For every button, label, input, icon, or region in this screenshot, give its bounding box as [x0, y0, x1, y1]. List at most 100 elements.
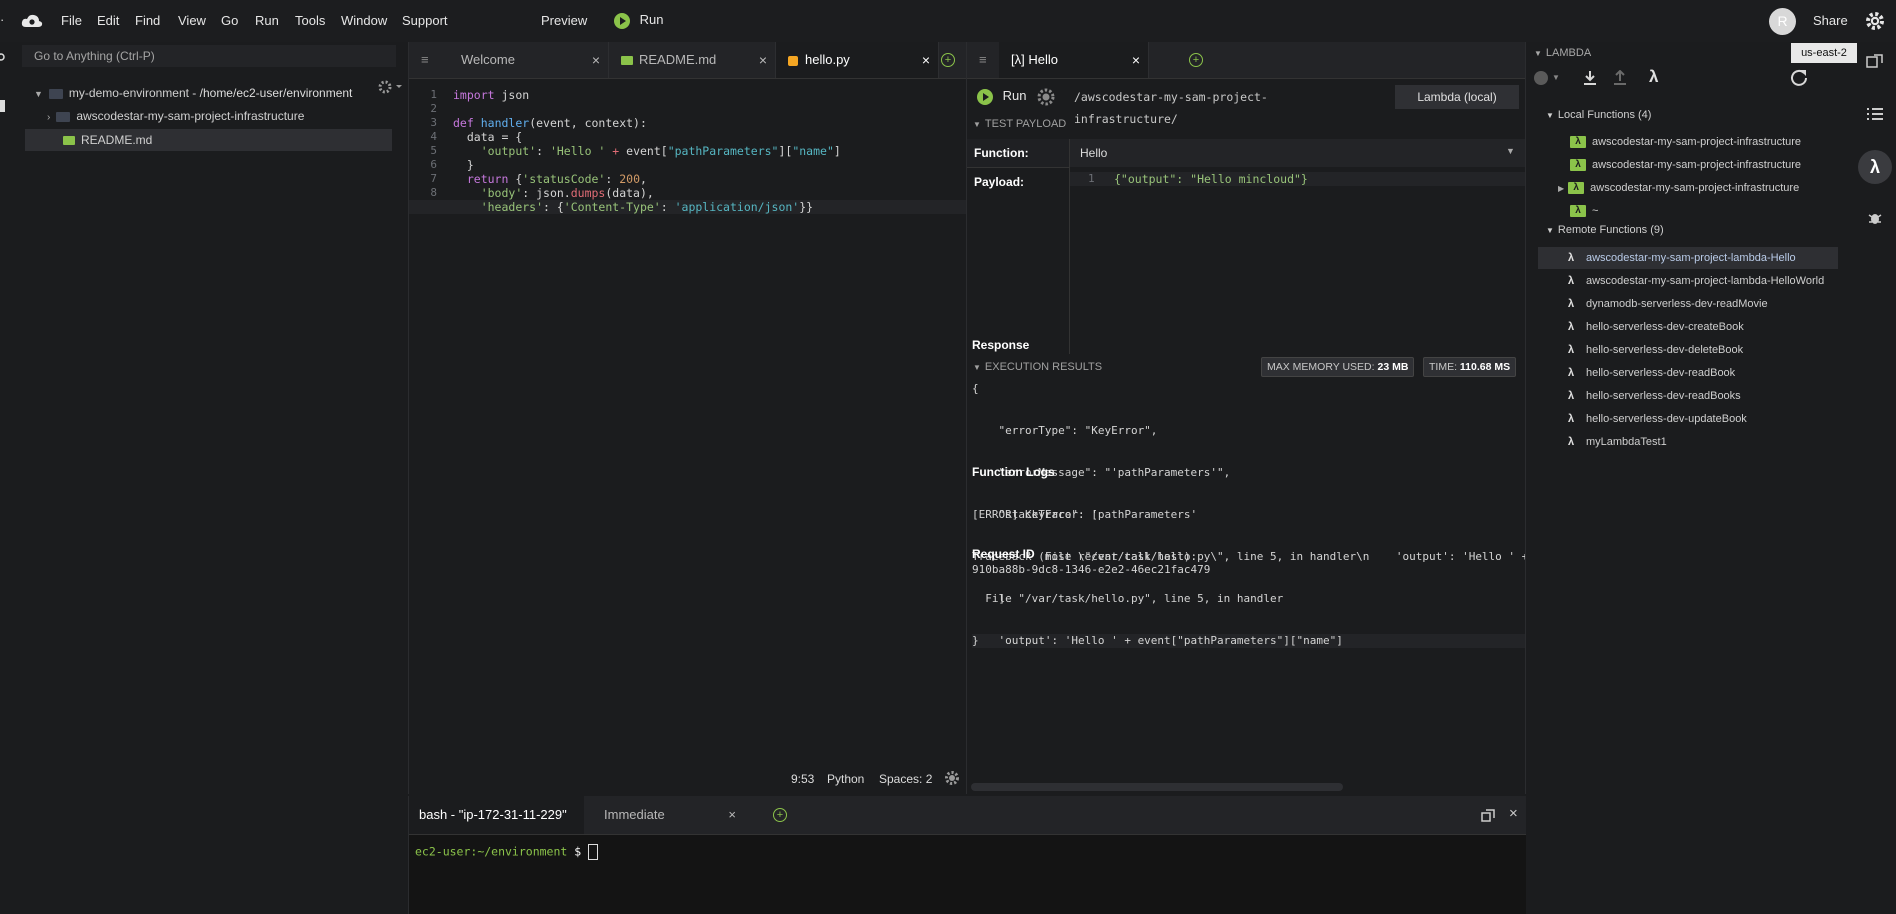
menu-bar: · File Edit Find View Go Run Tools Windo… — [0, 0, 1896, 42]
aws-resources-icon[interactable] — [1866, 54, 1884, 70]
settings-gear-icon[interactable] — [1864, 10, 1886, 32]
close-icon[interactable]: × — [1132, 42, 1140, 78]
remote-function-item[interactable]: λ hello-serverless-dev-readBooks — [1568, 385, 1741, 407]
file-tree-icon[interactable] — [0, 100, 5, 112]
tab-hello-py[interactable]: hello.py × — [776, 42, 939, 78]
collapse-arrow-icon[interactable]: · — [0, 12, 4, 27]
region-badge[interactable]: us-east-2 — [1791, 43, 1857, 63]
menu-tools[interactable]: Tools — [295, 13, 325, 28]
chevron-down-icon: ▼ — [1506, 146, 1515, 156]
code-line-7[interactable]: return {'statusCode': 200, — [453, 172, 647, 186]
close-icon[interactable]: × — [592, 42, 600, 78]
remote-function-item[interactable]: λ awscodestar-my-sam-project-lambda-Hello… — [1568, 270, 1824, 292]
tab-immediate[interactable]: Immediate × — [584, 796, 744, 834]
tree-file-readme[interactable]: README.md — [63, 129, 152, 151]
tab-welcome[interactable]: Welcome × — [441, 42, 609, 78]
code-line-9[interactable]: 'headers': {'Content-Type': 'application… — [453, 200, 813, 214]
remote-functions-header[interactable]: ▼ Remote Functions (9) — [1546, 224, 1664, 236]
menu-file[interactable]: File — [61, 13, 82, 28]
debug-bug-icon[interactable] — [1036, 87, 1056, 107]
lambda-panel-icon[interactable]: λ — [1858, 150, 1892, 184]
remote-function-item[interactable]: λ hello-serverless-dev-updateBook — [1568, 408, 1747, 430]
tree-settings-gear-icon[interactable] — [375, 79, 403, 95]
remote-function-item[interactable]: λ hello-serverless-dev-deleteBook — [1568, 339, 1743, 361]
remote-function-item[interactable]: λ hello-serverless-dev-readBook — [1568, 362, 1735, 384]
local-function-item[interactable]: λ awscodestar-my-sam-project-infrastructu… — [1570, 131, 1801, 153]
chevron-down-icon[interactable]: ▼ — [1552, 73, 1560, 82]
remote-function-item[interactable]: λ hello-serverless-dev-createBook — [1568, 316, 1744, 338]
lambda-icon: λ — [1568, 367, 1575, 379]
line-number: 6 — [430, 158, 437, 171]
function-select[interactable]: Hello ▼ — [1070, 139, 1525, 167]
new-tab-plus-icon[interactable]: + — [1189, 53, 1203, 67]
payload-editor[interactable]: 1 {"output": "Hello mincloud"} — [1070, 168, 1525, 354]
editor-settings-gear-icon[interactable] — [943, 769, 961, 787]
language-mode[interactable]: Python — [827, 772, 864, 786]
preview-button[interactable]: Preview — [541, 13, 587, 28]
remote-function-item[interactable]: λ myLambdaTest1 — [1568, 431, 1667, 453]
code-line-5[interactable]: 'output': 'Hello ' + event["pathParamete… — [453, 144, 841, 158]
tab-bash[interactable]: bash - "ip-172-31-11-229" — [409, 796, 584, 834]
pane-menu-icon[interactable]: ≡ — [421, 52, 429, 67]
menu-edit[interactable]: Edit — [97, 13, 119, 28]
create-lambda-icon[interactable]: λ — [1649, 67, 1658, 87]
chevron-down-icon: ▼ — [973, 120, 981, 129]
runtime-select[interactable]: Lambda (local) — [1395, 85, 1519, 109]
horizontal-scrollbar[interactable] — [971, 783, 1343, 791]
close-icon[interactable]: × — [922, 42, 930, 78]
indent-setting[interactable]: Spaces: 2 — [879, 772, 932, 786]
menu-support[interactable]: Support — [402, 13, 448, 28]
menu-find[interactable]: Find — [135, 13, 160, 28]
code-line-6[interactable]: } — [453, 158, 474, 172]
line-number: 2 — [430, 102, 437, 115]
cloud9-logo-icon[interactable] — [21, 13, 43, 29]
search-icon[interactable] — [0, 52, 6, 64]
menu-window[interactable]: Window — [341, 13, 387, 28]
local-function-item[interactable]: ▶ λ awscodestar-my-sam-project-infrastruct… — [1558, 177, 1799, 199]
function-name: myLambdaTest1 — [1586, 436, 1667, 448]
local-functions-header[interactable]: ▼ Local Functions (4) — [1546, 109, 1651, 121]
download-icon[interactable] — [1583, 70, 1597, 86]
tab-readme[interactable]: README.md × — [609, 42, 776, 78]
tree-folder-infrastructure[interactable]: › awscodestar-my-sam-project-infrastructu… — [47, 105, 304, 127]
upload-icon[interactable] — [1613, 70, 1627, 86]
local-function-item[interactable]: λ ~ — [1570, 200, 1598, 222]
lambda-section-header[interactable]: ▼ LAMBDA — [1534, 47, 1591, 59]
close-icon[interactable]: × — [728, 796, 736, 834]
menu-run[interactable]: Run — [255, 13, 279, 28]
code-line-1[interactable]: import json — [453, 88, 529, 102]
code-line-3[interactable]: def handler(event, context): — [453, 116, 647, 130]
run-button[interactable]: Run — [614, 12, 663, 29]
new-terminal-plus-icon[interactable]: + — [773, 808, 787, 822]
maximize-icon[interactable] — [1481, 809, 1495, 822]
close-icon[interactable]: × — [759, 42, 767, 78]
function-logs-body[interactable]: [ERROR] KeyError: 'pathParameters' Trace… — [972, 480, 1343, 676]
menu-go[interactable]: Go — [221, 13, 238, 28]
environment-name: my-demo-environment — [68, 86, 189, 100]
cursor-position[interactable]: 9:53 — [791, 772, 814, 786]
share-button[interactable]: Share — [1813, 13, 1848, 28]
invoke-icon[interactable] — [1534, 71, 1548, 85]
refresh-icon[interactable] — [1790, 69, 1808, 87]
lambda-run-button[interactable]: Run — [977, 88, 1026, 105]
go-to-anything-input[interactable]: Go to Anything (Ctrl-P) — [22, 45, 396, 67]
code-line-4[interactable]: data = { — [453, 130, 522, 144]
remote-function-item[interactable]: λ awscodestar-my-sam-project-lambda-Hello — [1568, 247, 1796, 269]
code-line-8[interactable]: 'body': json.dumps(data), — [453, 186, 654, 200]
avatar[interactable]: R — [1769, 8, 1796, 35]
terminal-prompt[interactable]: ec2-user:~/environment $ — [415, 844, 599, 860]
close-panel-icon[interactable]: × — [1509, 805, 1518, 822]
new-tab-plus-icon[interactable]: + — [941, 53, 955, 67]
outline-list-icon[interactable] — [1866, 106, 1884, 122]
tab-lambda-hello[interactable]: [λ] Hello × — [999, 42, 1149, 78]
tree-environment-root[interactable]: ▼ my-demo-environment - /home/ec2-user/en… — [34, 82, 352, 104]
function-name: awscodestar-my-sam-project-infrastructur… — [1592, 136, 1802, 148]
lambda-icon: λ — [1568, 298, 1575, 310]
local-function-item[interactable]: λ awscodestar-my-sam-project-infrastructu… — [1570, 154, 1801, 176]
debugger-bug-icon[interactable] — [1868, 210, 1882, 226]
pane-menu-icon[interactable]: ≡ — [979, 52, 987, 67]
test-payload-header[interactable]: ▼ TEST PAYLOAD — [973, 113, 1523, 135]
function-path-input[interactable]: /awscodestar-my-sam-project-infrastructu… — [1064, 86, 1352, 126]
remote-function-item[interactable]: λ dynamodb-serverless-dev-readMovie — [1568, 293, 1768, 315]
menu-view[interactable]: View — [178, 13, 206, 28]
